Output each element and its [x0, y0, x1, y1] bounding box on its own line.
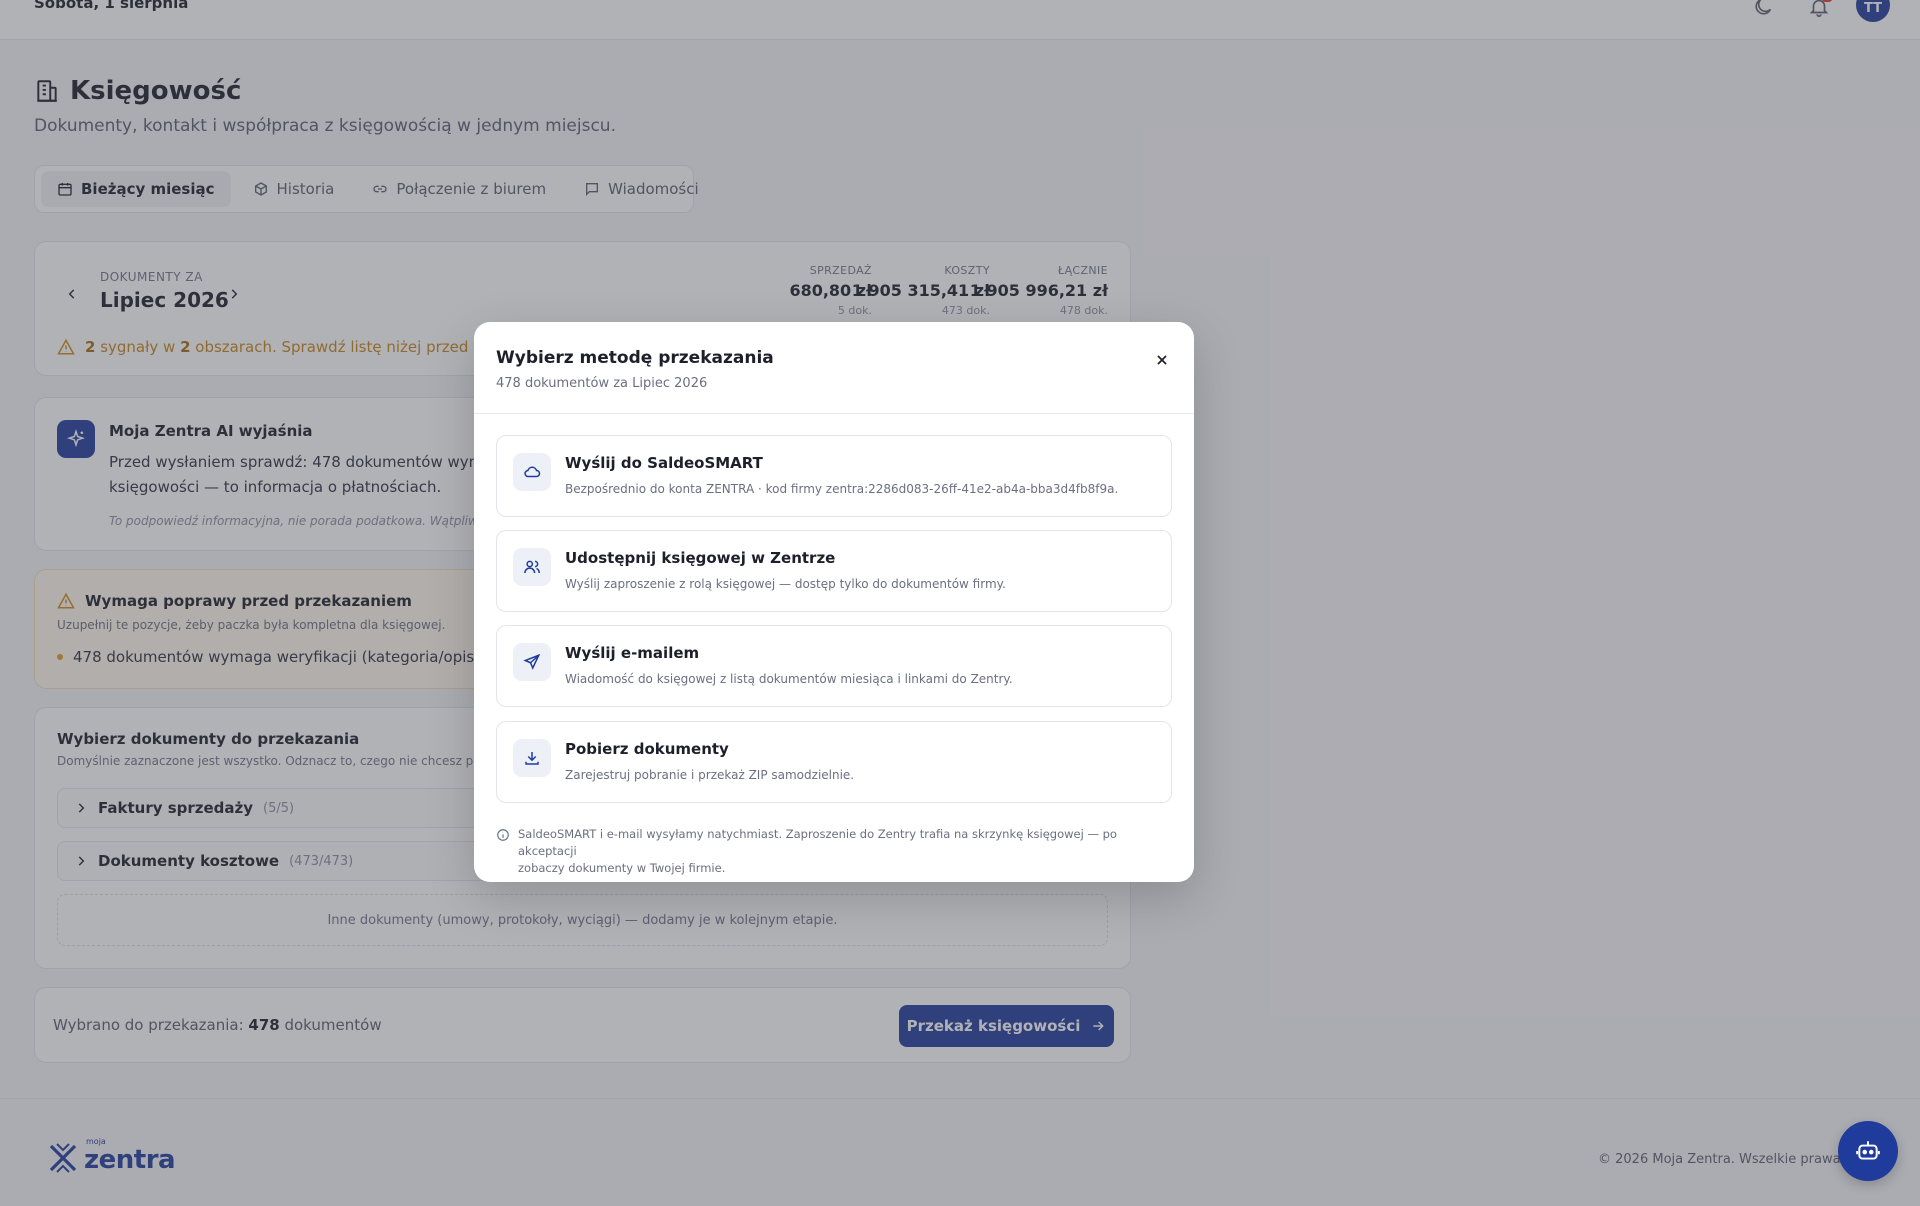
dialog-header: Wybierz metodę przekazania 478 dokumentó… — [474, 322, 1194, 414]
dialog-title: Wybierz metodę przekazania — [496, 348, 774, 368]
chatbot-button[interactable] — [1838, 1121, 1898, 1181]
option-title: Wyślij e-mailem — [565, 644, 700, 662]
transfer-method-dialog: Wybierz metodę przekazania 478 dokumentó… — [474, 322, 1194, 882]
send-icon — [513, 643, 551, 681]
option-desc: Wyślij zaproszenie z rolą księgowej — do… — [565, 577, 1006, 591]
option-title: Pobierz dokumenty — [565, 740, 729, 758]
option-email[interactable]: Wyślij e-mailem Wiadomość do księgowej z… — [496, 625, 1172, 707]
users-icon — [513, 548, 551, 586]
option-download[interactable]: Pobierz dokumenty Zarejestruj pobranie i… — [496, 721, 1172, 803]
option-desc: Zarejestruj pobranie i przekaż ZIP samod… — [565, 768, 855, 782]
cloud-icon — [513, 453, 551, 491]
download-icon — [513, 739, 551, 777]
option-title: Wyślij do SaldeoSMART — [565, 454, 763, 472]
option-desc: Bezpośrednio do konta ZENTRA · kod firmy… — [565, 482, 1119, 496]
info-icon — [496, 826, 510, 877]
robot-icon — [1855, 1138, 1881, 1164]
option-desc: Wiadomość do księgowej z listą dokumentó… — [565, 672, 1013, 686]
dialog-info-note: SaldeoSMART i e-mail wysyłamy natychmias… — [496, 826, 1172, 877]
option-saldeosmart[interactable]: Wyślij do SaldeoSMART Bezpośrednio do ko… — [496, 435, 1172, 517]
option-title: Udostępnij księgowej w Zentrze — [565, 549, 836, 567]
close-icon[interactable] — [1150, 348, 1174, 372]
option-share-in-zentra[interactable]: Udostępnij księgowej w Zentrze Wyślij za… — [496, 530, 1172, 612]
dialog-subtitle: 478 dokumentów za Lipiec 2026 — [496, 376, 708, 391]
